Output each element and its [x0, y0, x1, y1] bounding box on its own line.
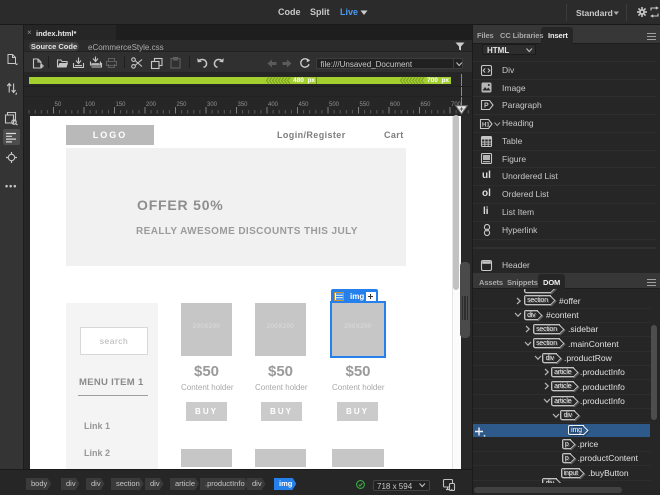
svg-text:P: P [484, 103, 489, 110]
svg-text:H1: H1 [482, 122, 490, 128]
